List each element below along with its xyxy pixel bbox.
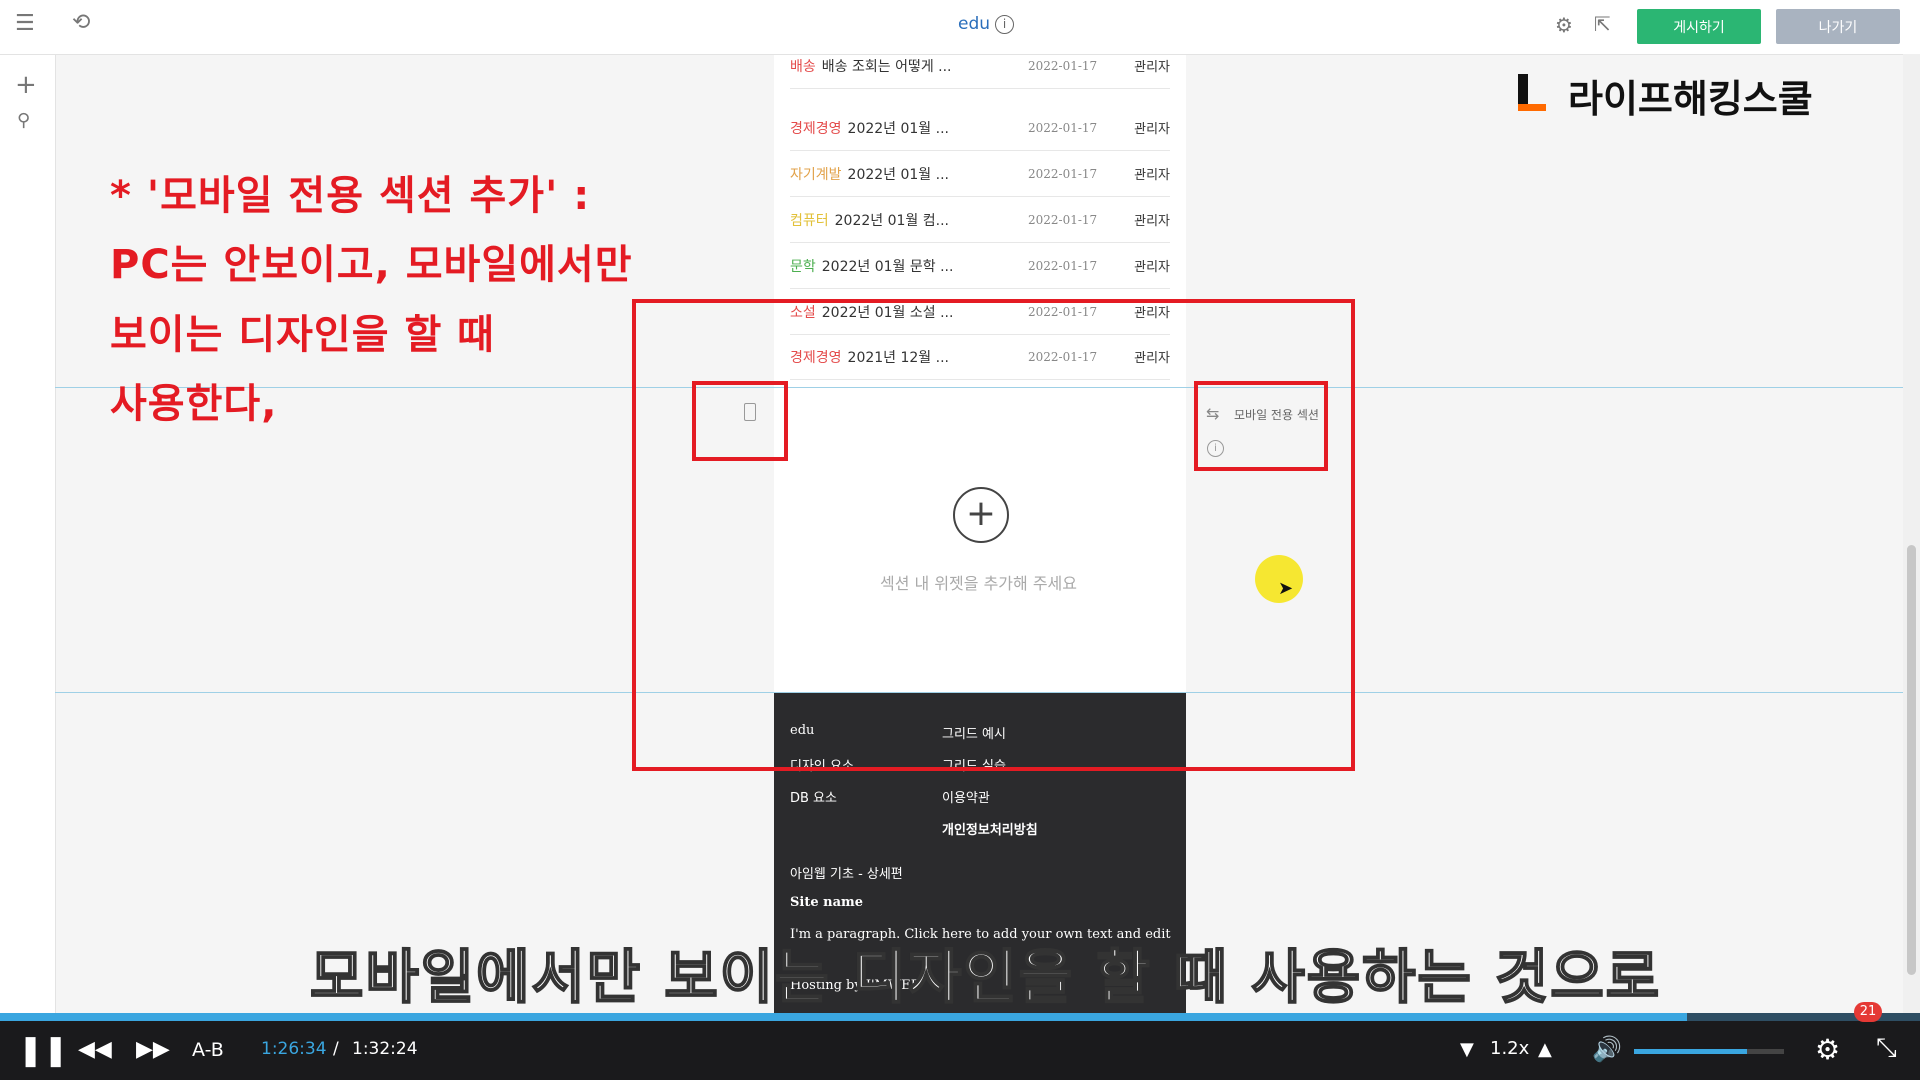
pin-icon[interactable]: ⚲: [17, 110, 30, 131]
board-row-date: 2022-01-17: [1028, 212, 1098, 227]
annotation-box-section: [632, 299, 1355, 771]
speed-down-icon[interactable]: ▼: [1460, 1039, 1474, 1060]
video-subtitle: 모바일에서만 보이는 디자인을 할 때 사용하는 것으로: [309, 942, 1662, 1012]
notification-badge[interactable]: 21: [1854, 1002, 1882, 1022]
scrollbar-thumb[interactable]: [1907, 545, 1916, 975]
volume-icon[interactable]: 🔊: [1592, 1035, 1622, 1063]
board-row[interactable]: 배송 배송 조회는 어떻게 ... 2022-01-17 관리자: [790, 43, 1170, 89]
annotation-line-1: * '모바일 전용 섹션 추가' :: [110, 173, 591, 219]
mouse-cursor-icon: ➤: [1278, 578, 1294, 599]
board-row-author: 관리자: [1134, 168, 1170, 183]
board-row-date: 2022-01-17: [1028, 58, 1098, 73]
undo-icon[interactable]: ⟲: [72, 10, 90, 35]
speed-up-icon[interactable]: ▲: [1538, 1039, 1552, 1060]
publish-button[interactable]: 게시하기: [1637, 9, 1761, 44]
board-row[interactable]: 컴퓨터 2022년 01월 컴... 2022-01-17 관리자: [790, 197, 1170, 243]
site-title: edu: [958, 14, 991, 34]
video-player-bar: ❚❚ ◀◀ ▶▶ A-B 1:26:34 / 1:32:24 ▼ 1.2x ▲ …: [0, 1021, 1920, 1080]
add-icon[interactable]: +: [15, 70, 37, 100]
annotation-box-label: [1194, 381, 1328, 471]
footer-extra-text: 아임웹 기초 - 상세편: [790, 867, 903, 882]
board-row[interactable]: 문학 2022년 01월 문학 ... 2022-01-17 관리자: [790, 243, 1170, 289]
fast-forward-icon[interactable]: ▶▶: [136, 1037, 170, 1062]
board-row-title: 2022년 01월 문학 ...: [821, 258, 954, 275]
board-row-title: 2022년 01월 컴...: [834, 212, 949, 229]
rewind-icon[interactable]: ◀◀: [78, 1037, 112, 1062]
board-row-date: 2022-01-17: [1028, 120, 1098, 135]
footer-link-privacy[interactable]: 개인정보처리방침: [942, 819, 1038, 838]
current-time: 1:26:34: [261, 1039, 327, 1059]
board-row-title: 배송 조회는 어떻게 ...: [821, 58, 952, 75]
board-row-category: 경제경영: [790, 120, 842, 137]
board-row-category: 자기계발: [790, 166, 842, 183]
board-row-date: 2022-01-17: [1028, 258, 1098, 273]
footer-site-name: Site name: [790, 895, 864, 910]
annotation-line-4: 사용한다,: [110, 381, 278, 427]
gear-icon[interactable]: ⚙: [1555, 13, 1573, 37]
board-row-author: 관리자: [1134, 260, 1170, 275]
ab-repeat-button[interactable]: A-B: [192, 1039, 224, 1061]
brand-logo-text: 라이프해킹스쿨: [1568, 77, 1813, 121]
board-row-category: 문학: [790, 258, 816, 275]
time-separator: /: [333, 1039, 339, 1059]
board-row-title: 2022년 01월 ...: [847, 166, 949, 183]
annotation-line-3: 보이는 디자인을 할 때: [110, 312, 495, 358]
board-row-date: 2022-01-17: [1028, 166, 1098, 181]
board-row[interactable]: 경제경영 2022년 01월 ... 2022-01-17 관리자: [790, 105, 1170, 151]
editor-left-toolbar: + ⚲: [0, 55, 56, 1015]
volume-fill: [1634, 1049, 1747, 1054]
footer-link-db[interactable]: DB 요소: [790, 787, 837, 806]
external-link-icon[interactable]: ⇱: [1594, 12, 1611, 36]
board-row-author: 관리자: [1134, 122, 1170, 137]
annotation-box-mobile-icon: [692, 381, 788, 461]
board-row-author: 관리자: [1134, 60, 1170, 75]
info-icon[interactable]: i: [995, 15, 1014, 34]
pause-icon[interactable]: ❚❚: [18, 1033, 68, 1068]
menu-icon[interactable]: ☰: [15, 11, 35, 36]
board-row-author: 관리자: [1134, 214, 1170, 229]
board-row-category: 배송: [790, 58, 816, 75]
exit-button[interactable]: 나가기: [1776, 9, 1900, 44]
footer-link-terms[interactable]: 이용약관: [942, 787, 990, 806]
playback-speed: 1.2x: [1490, 1038, 1530, 1059]
board-row[interactable]: 자기계발 2022년 01월 ... 2022-01-17 관리자: [790, 151, 1170, 197]
board-row-title: 2022년 01월 ...: [847, 120, 949, 137]
board-row-category: 컴퓨터: [790, 212, 829, 229]
total-time: 1:32:24: [352, 1039, 418, 1059]
exit-fullscreen-icon[interactable]: ⤡: [1876, 1033, 1897, 1064]
settings-gear-icon[interactable]: ⚙: [1815, 1033, 1840, 1066]
annotation-line-2: PC는 안보이고, 모바일에서만: [110, 242, 633, 288]
brand-logo-accent: [1518, 104, 1546, 111]
progress-fill: [0, 1013, 1687, 1021]
